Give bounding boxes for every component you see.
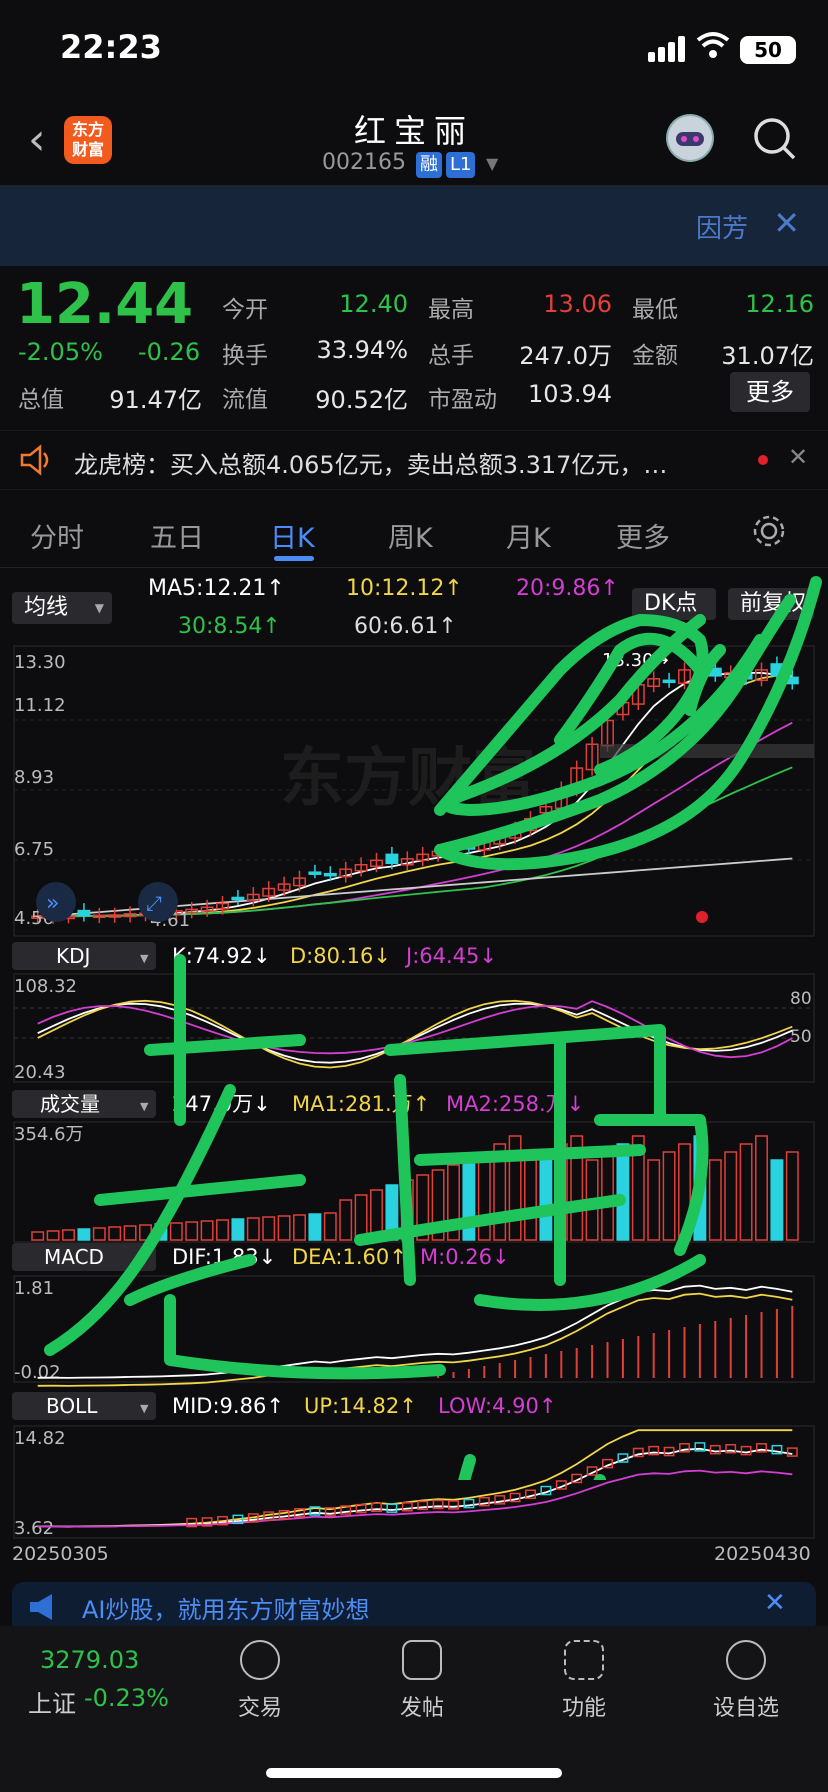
bottom-nav: 3279.03 上证 -0.23% 交易 发帖 功能 设自选 — [0, 1626, 828, 1792]
more-button[interactable]: 更多 — [730, 372, 810, 412]
dragon-tiger-notice[interactable]: 龙虎榜：买入总额4.065亿元，卖出总额3.317亿元，… ✕ — [0, 430, 828, 490]
gear-icon[interactable] — [752, 514, 786, 552]
quote-field-label: 最低 — [632, 297, 678, 323]
grid-icon — [564, 1640, 604, 1680]
assistant-robot-icon[interactable] — [666, 114, 714, 162]
quote-field-value: 247.0万 — [519, 342, 612, 370]
quote-field-label: 总值 — [18, 387, 64, 413]
tab-intraday[interactable]: 分时 — [30, 516, 84, 555]
status-bar: 22:23 50 — [0, 0, 828, 96]
quote-field-value: 12.16 — [745, 290, 814, 318]
promo-banner[interactable]: 因芳 ✕ — [0, 186, 828, 266]
quote-field-label: 流值 — [222, 387, 268, 413]
close-icon[interactable]: ✕ — [764, 1588, 786, 1618]
more-dots-icon — [726, 1640, 766, 1680]
quote-field-value: 103.94 — [528, 380, 612, 408]
wifi-icon — [696, 30, 730, 67]
unread-dot — [758, 455, 768, 465]
nav-watchlist[interactable]: 设自选 — [696, 1640, 796, 1722]
quote-field-value: 91.47亿 — [109, 386, 202, 414]
quote-field-label: 最高 — [428, 297, 474, 323]
quote-field-value: 12.40 — [339, 290, 408, 318]
current-price: 12.44 — [16, 272, 194, 337]
quote-field-label: 今开 — [222, 297, 268, 323]
nav-trade[interactable]: 交易 — [210, 1640, 310, 1722]
date-start: 20250305 — [12, 1543, 109, 1560]
tab-five-day[interactable]: 五日 — [150, 516, 204, 555]
quote-field-value: 31.07亿 — [721, 342, 814, 370]
index-name[interactable]: 上证 — [28, 1684, 76, 1719]
index-value: 3279.03 — [40, 1646, 140, 1674]
tab-more[interactable]: 更多 — [616, 516, 670, 555]
index-change: -0.23% — [84, 1684, 169, 1712]
change-percent: -2.05% — [18, 338, 103, 366]
quote-panel: 12.44 -2.05% -0.26 今开 12.40 最高 13.06 最低 12.16… — [0, 266, 828, 424]
quote-field-value: 33.94% — [316, 336, 408, 364]
boll-bottom: 3.62 — [14, 1518, 54, 1539]
yen-exchange-icon — [240, 1640, 280, 1680]
speaker-icon — [18, 443, 54, 481]
boll-candle — [448, 1500, 459, 1510]
quote-field-label: 总手 — [428, 343, 474, 369]
signal-icon — [648, 36, 688, 62]
home-indicator — [266, 1768, 562, 1778]
ai-promo-text: AI炒股，就用东方财富妙想 — [82, 1596, 370, 1624]
megaphone-icon — [28, 1592, 64, 1626]
quote-field-label: 金额 — [632, 343, 678, 369]
date-end: 20250430 — [714, 1543, 811, 1560]
stock-code: 002165 — [322, 150, 406, 175]
status-time: 22:23 — [60, 28, 162, 66]
close-icon[interactable]: ✕ — [788, 443, 808, 471]
level-badge: L1 — [446, 152, 476, 178]
quote-field-value: 13.06 — [543, 290, 612, 318]
margin-badge: 融 — [416, 152, 442, 178]
tab-weekly-k[interactable]: 周K — [388, 516, 433, 555]
tab-daily-k[interactable]: 日K — [270, 516, 315, 555]
edit-icon — [402, 1640, 442, 1680]
chevron-down-icon[interactable]: ▼ — [486, 154, 498, 173]
quote-field-label: 换手 — [222, 343, 268, 369]
quote-field-value: 90.52亿 — [315, 386, 408, 414]
close-icon[interactable]: ✕ — [773, 204, 800, 242]
nav-post[interactable]: 发帖 — [372, 1640, 472, 1722]
period-tabs: 分时 五日 日K 周K 月K 更多 — [0, 498, 828, 568]
battery-icon: 50 — [740, 36, 796, 64]
nav-functions[interactable]: 功能 — [534, 1640, 634, 1722]
dragon-tiger-text: 龙虎榜：买入总额4.065亿元，卖出总额3.317亿元，… — [74, 451, 668, 479]
tab-monthly-k[interactable]: 月K — [506, 516, 551, 555]
boll-candle — [386, 1503, 398, 1513]
stock-header: ‹ 东方 财富 红宝丽 002165 融 L1 ▼ — [0, 96, 828, 186]
handwritten-doodle — [44, 576, 822, 1480]
banner-text: 因芳 — [695, 214, 748, 244]
search-icon[interactable] — [752, 116, 796, 160]
change-amount: -0.26 — [138, 338, 201, 366]
